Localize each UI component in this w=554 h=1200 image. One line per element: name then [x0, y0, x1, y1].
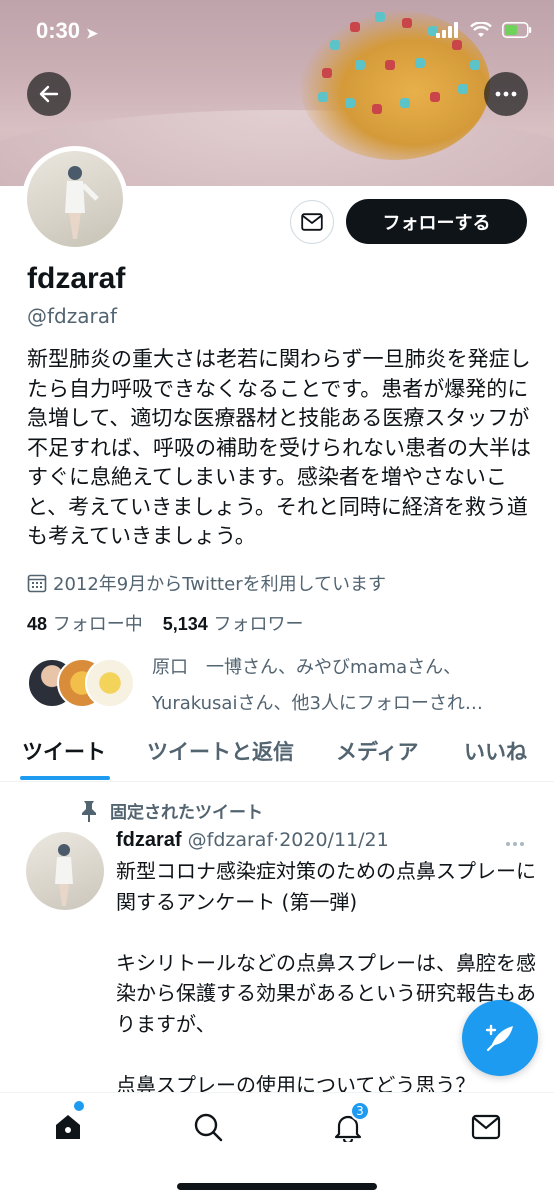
pinned-label-text: 固定されたツイート	[110, 803, 263, 823]
profile-tabs: ツイート ツイートと返信 メディア いいね	[0, 728, 554, 782]
status-time: 0:30 ➤	[36, 18, 98, 44]
mutual-followers-line1: 原口 一博さん、みやびmamaさん、	[152, 657, 462, 678]
back-button[interactable]	[27, 72, 71, 116]
compose-tweet-icon	[485, 1024, 513, 1052]
mutual-followers[interactable]: 原口 一博さん、みやびmamaさん、 Yurakusaiさん、他3人にフォローさ…	[27, 650, 532, 722]
nav-search[interactable]	[188, 1107, 228, 1147]
follow-counts: 48 フォロー中 5,134 フォロワー	[27, 610, 304, 636]
avatar-figure	[55, 844, 73, 906]
followers-link[interactable]: 5,134 フォロワー	[163, 610, 304, 636]
following-link[interactable]: 48 フォロー中	[27, 610, 143, 636]
mutual-followers-text: 原口 一博さん、みやびmamaさん、 Yurakusaiさん、他3人にフォローさ…	[152, 650, 542, 722]
profile-handle: @fdzaraf	[27, 304, 118, 328]
mutual-avatars	[27, 658, 137, 710]
profile-joined: 2012年9月からTwitterを利用しています	[27, 570, 386, 596]
following-count: 48	[27, 614, 48, 634]
compose-tweet-button[interactable]	[462, 1000, 538, 1076]
banner-protein	[345, 98, 355, 108]
pinned-tweet-label: 固定されたツイート	[80, 798, 263, 823]
profile-avatar[interactable]	[22, 146, 128, 252]
home-indicator-bar	[177, 1183, 377, 1190]
banner-protein	[400, 98, 410, 108]
profile-bio: 新型肺炎の重大さは老若に関わらず一旦肺炎を発症したら自力呼吸できなくなることです…	[27, 347, 531, 548]
avatar-figure	[65, 166, 99, 239]
active-tab-indicator	[20, 776, 110, 780]
home-icon	[56, 1115, 80, 1139]
tweet-author-avatar[interactable]	[26, 832, 104, 910]
profile-joined-text: 2012年9月からTwitterを利用しています	[53, 574, 387, 595]
followers-label: フォロワー	[213, 614, 304, 635]
tab-tweets[interactable]: ツイート	[22, 736, 106, 766]
tab-media[interactable]: メディア	[336, 736, 419, 766]
tweet-date[interactable]: 2020/11/21	[279, 829, 389, 851]
followers-count: 5,134	[162, 614, 208, 634]
mutual-avatar	[85, 658, 135, 708]
notifications-badge: 3	[350, 1101, 370, 1121]
home-unread-dot	[74, 1101, 84, 1111]
banner-protein	[430, 92, 440, 102]
tab-likes[interactable]: いいね	[464, 736, 527, 766]
calendar-icon	[27, 574, 47, 593]
pin-icon	[82, 800, 96, 822]
back-arrow-icon	[39, 85, 59, 103]
status-time-text: 0:30	[36, 18, 81, 43]
tweet-header: fdzaraf @fdzaraf·2020/11/21	[116, 829, 536, 852]
more-options-button[interactable]	[484, 72, 528, 116]
wifi-icon	[470, 22, 492, 37]
banner-protein	[318, 92, 328, 102]
message-button[interactable]	[290, 200, 334, 244]
nav-home[interactable]	[48, 1107, 88, 1147]
messages-envelope-icon	[471, 1114, 501, 1140]
following-label: フォロー中	[52, 614, 143, 635]
banner-protein	[458, 84, 468, 94]
banner-protein	[372, 104, 382, 114]
more-horizontal-icon	[506, 842, 524, 846]
tab-tweets-and-replies[interactable]: ツイートと返信	[147, 736, 294, 766]
search-icon	[194, 1113, 223, 1142]
nav-notifications[interactable]: 3	[328, 1101, 370, 1147]
location-arrow-icon: ➤	[86, 25, 98, 41]
status-indicators	[436, 22, 532, 38]
status-bar: 0:30 ➤	[0, 0, 554, 64]
profile-display-name: fdzaraf	[27, 262, 126, 295]
mail-icon	[301, 213, 323, 231]
banner-protein	[322, 68, 332, 78]
battery-icon	[502, 22, 532, 38]
follow-button-label: フォローする	[382, 212, 491, 234]
mutual-followers-line2: Yurakusaiさん、他3人にフォローされ…	[152, 693, 483, 714]
signal-icon	[436, 22, 458, 38]
nav-messages[interactable]	[466, 1107, 506, 1147]
more-horizontal-icon	[495, 91, 517, 97]
tweet-more-button[interactable]	[505, 832, 525, 851]
tweet-author-name[interactable]: fdzaraf	[116, 829, 182, 851]
tweet-author-handle: @fdzaraf	[187, 829, 274, 851]
follow-button[interactable]: フォローする	[346, 199, 527, 244]
